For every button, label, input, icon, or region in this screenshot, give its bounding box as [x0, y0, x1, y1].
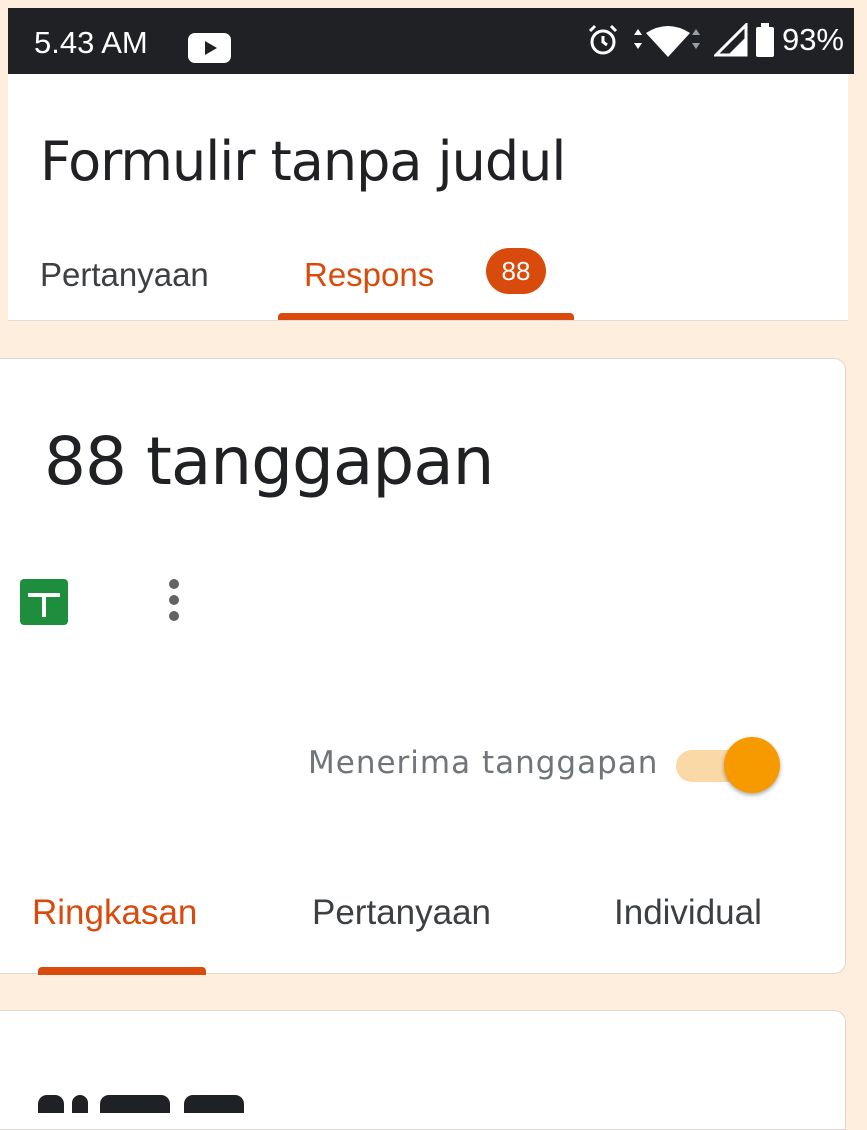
- youtube-icon: [188, 33, 231, 63]
- subtab-summary[interactable]: Ringkasan: [32, 893, 197, 933]
- subtab-active-indicator: [38, 967, 206, 975]
- battery-icon: [755, 23, 774, 57]
- alarm-icon: [588, 24, 618, 55]
- active-tab-indicator: [278, 313, 574, 320]
- wifi-icon: [633, 26, 700, 57]
- subtab-individual[interactable]: Individual: [614, 893, 762, 933]
- subtab-questions[interactable]: Pertanyaan: [312, 893, 491, 933]
- responses-summary-card: 88 tanggapan Menerima tanggapan Ringkasa…: [0, 358, 846, 975]
- signal-icon: [713, 23, 748, 57]
- status-time: 5.43 AM: [34, 25, 148, 60]
- tab-questions[interactable]: Pertanyaan: [40, 256, 209, 294]
- form-title[interactable]: Formulir tanpa judul: [40, 130, 566, 193]
- status-icons: 93%: [586, 22, 844, 58]
- battery-percentage: 93%: [781, 22, 844, 57]
- more-vert-icon[interactable]: [160, 575, 188, 625]
- partially-visible-text: [38, 1095, 298, 1115]
- form-header: Formulir tanpa judul Pertanyaan Respons …: [8, 74, 848, 321]
- toggle-knob[interactable]: [724, 737, 780, 793]
- sheets-icon[interactable]: [20, 579, 68, 625]
- next-card: [0, 1010, 846, 1130]
- accepting-responses-label: Menerima tanggapan: [308, 745, 659, 781]
- responses-count-badge: 88: [486, 248, 546, 294]
- tab-responses[interactable]: Respons: [304, 256, 434, 294]
- responses-count-title: 88 tanggapan: [44, 423, 495, 500]
- status-bar: 5.43 AM 93%: [8, 8, 854, 74]
